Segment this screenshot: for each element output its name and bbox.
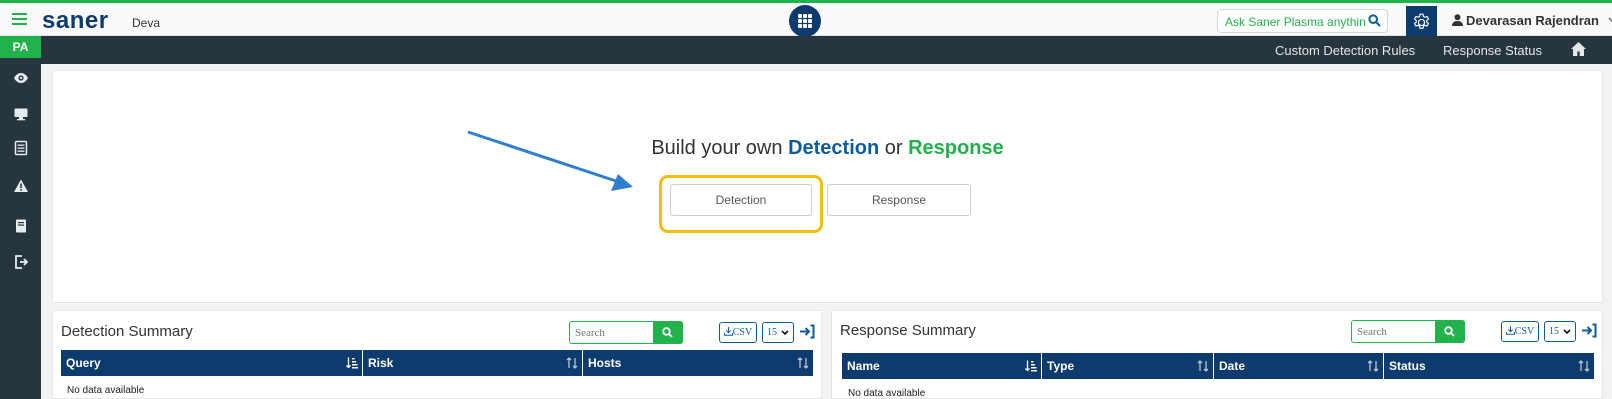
response-search-input[interactable] — [1352, 321, 1436, 342]
column-header-hosts[interactable]: Hosts — [583, 350, 813, 376]
column-header-status[interactable]: Status — [1384, 353, 1594, 379]
column-header-query[interactable]: Query — [61, 350, 363, 376]
hero-title-or: or — [879, 137, 909, 159]
search-icon[interactable] — [1368, 14, 1381, 27]
expand-icon[interactable] — [1581, 323, 1597, 338]
column-label: Risk — [368, 356, 394, 370]
response-search-box — [1351, 320, 1465, 343]
detection-page-size-select[interactable]: 15 — [762, 322, 794, 343]
column-header-type[interactable]: Type — [1042, 353, 1214, 379]
book-icon[interactable] — [13, 218, 29, 234]
column-header-name[interactable]: Name — [842, 353, 1042, 379]
expand-icon[interactable] — [799, 324, 815, 339]
sub-navigation-bar: Custom Detection Rules Response Status — [41, 36, 1612, 64]
column-label: Hosts — [588, 356, 622, 370]
detection-summary-title: Detection Summary — [61, 323, 193, 340]
response-table-header: Name Type Date Status — [842, 353, 1594, 379]
response-csv-label: CSV — [1514, 326, 1535, 337]
product-badge[interactable]: PA — [0, 36, 41, 58]
column-header-risk[interactable]: Risk — [363, 350, 583, 376]
ask-saner-placeholder: Ask Saner Plasma anything ! — [1225, 15, 1365, 29]
detection-csv-export-button[interactable]: CSV — [719, 322, 757, 343]
hero-title-response: Response — [908, 137, 1004, 159]
column-label: Date — [1219, 359, 1246, 373]
chevron-down-icon — [1563, 329, 1571, 335]
column-header-date[interactable]: Date — [1214, 353, 1384, 379]
top-header: saner Deva Ask Saner Plasma anything ! D… — [0, 3, 1612, 38]
logout-icon[interactable] — [13, 254, 29, 270]
detection-search-box — [569, 321, 683, 344]
hero-title-detection: Detection — [788, 137, 880, 159]
response-page-size-select[interactable]: 15 — [1544, 321, 1576, 342]
download-icon — [723, 327, 733, 336]
sort-icon — [1367, 360, 1379, 372]
detection-search-input[interactable] — [570, 322, 654, 343]
home-icon[interactable] — [1570, 41, 1587, 57]
settings-button[interactable] — [1406, 6, 1437, 38]
user-menu[interactable]: Devarasan Rajendran — [1452, 13, 1612, 28]
user-icon — [1452, 14, 1463, 26]
saner-logo[interactable]: saner — [42, 7, 109, 35]
sort-icon — [1578, 360, 1590, 372]
grid-icon — [798, 14, 812, 28]
search-icon — [1444, 326, 1455, 337]
column-label: Query — [66, 356, 101, 370]
response-summary-panel: Response Summary CSV 15 Name Type Date S… — [831, 310, 1603, 399]
organization-name: Deva — [132, 16, 161, 30]
gear-icon — [1413, 13, 1430, 29]
column-label: Type — [1047, 359, 1075, 373]
detection-summary-panel: Detection Summary CSV 15 Query Risk Host… — [52, 310, 822, 399]
chevron-down-icon — [781, 330, 789, 336]
response-csv-export-button[interactable]: CSV — [1501, 321, 1539, 342]
detection-button[interactable]: Detection — [670, 184, 812, 216]
sort-icon — [797, 357, 809, 369]
column-label: Name — [847, 359, 880, 373]
warning-icon[interactable] — [13, 178, 29, 194]
response-button[interactable]: Response — [827, 184, 971, 216]
response-search-button[interactable] — [1435, 320, 1465, 343]
response-empty-message: No data available — [848, 388, 926, 399]
sort-descending-icon — [1025, 360, 1037, 372]
detection-empty-message: No data available — [67, 385, 145, 396]
detection-csv-label: CSV — [732, 327, 753, 338]
sort-icon — [566, 357, 578, 369]
detection-page-size-value: 15 — [767, 327, 777, 338]
chevron-down-icon — [1608, 17, 1612, 23]
app-launcher-button[interactable] — [789, 5, 821, 37]
sort-descending-icon — [346, 357, 358, 369]
column-label: Status — [1389, 359, 1426, 373]
list-icon[interactable] — [13, 140, 29, 156]
eye-icon[interactable] — [13, 70, 29, 86]
response-page-size-value: 15 — [1549, 326, 1559, 337]
response-status-link[interactable]: Response Status — [1443, 43, 1542, 58]
detection-search-button[interactable] — [653, 321, 683, 344]
response-summary-title: Response Summary — [840, 322, 976, 339]
download-icon — [1505, 326, 1515, 335]
ask-saner-search[interactable]: Ask Saner Plasma anything ! — [1217, 9, 1388, 33]
detection-table-header: Query Risk Hosts — [61, 350, 813, 376]
custom-detection-rules-link[interactable]: Custom Detection Rules — [1275, 43, 1415, 58]
annotation-arrow — [467, 130, 633, 191]
search-icon — [662, 327, 673, 338]
sort-icon — [1197, 360, 1209, 372]
monitor-icon[interactable] — [13, 106, 29, 122]
left-sidebar: PA — [0, 36, 41, 399]
hamburger-menu-icon[interactable] — [12, 13, 27, 26]
build-detection-response-card: Build your own Detection or Response Det… — [52, 70, 1603, 303]
user-name: Devarasan Rajendran — [1466, 13, 1599, 28]
